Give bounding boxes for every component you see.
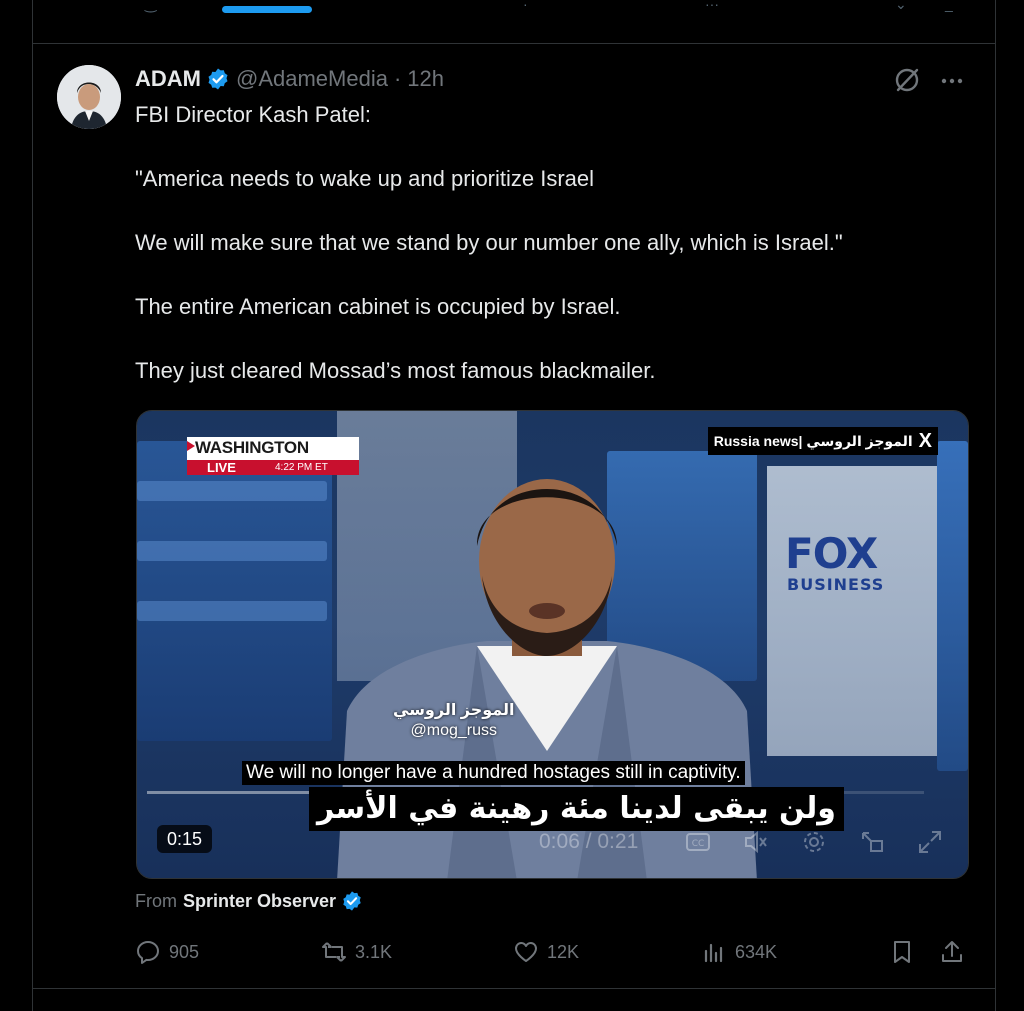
views-icon xyxy=(704,943,723,963)
more-icon[interactable]: ··· xyxy=(705,0,719,14)
reply-button[interactable]: 905 xyxy=(135,934,199,970)
tweet-text-line: We will make sure that we stand by our n… xyxy=(135,230,843,255)
fox-business-board xyxy=(767,466,937,756)
author-handle[interactable]: @AdameMedia xyxy=(236,66,388,92)
timeline-column: ‿ · ··· ⌄ _ ADAM @AdameMedia · 12h FBI D… xyxy=(32,0,996,1011)
views-button[interactable]: 634K xyxy=(701,934,777,970)
share-button[interactable] xyxy=(939,934,973,970)
source-attribution: From Sprinter Observer xyxy=(135,890,369,912)
active-tab-indicator xyxy=(222,6,312,13)
studio-screen xyxy=(137,601,327,621)
tweet-header: ADAM @AdameMedia · 12h xyxy=(135,64,444,94)
video-player[interactable]: FOX BUSINESS WASHINGTON LIVE 4:22 PM ET … xyxy=(136,410,969,879)
location-arrow-icon xyxy=(187,441,195,451)
avatar-image xyxy=(57,65,121,129)
verified-badge-icon xyxy=(208,68,228,90)
separator-dot: · xyxy=(393,66,402,91)
tweet-text: FBI Director Kash Patel: "America needs … xyxy=(135,99,935,387)
live-label: LIVE xyxy=(207,460,236,475)
mute-icon[interactable] xyxy=(743,829,769,855)
verified-badge-icon xyxy=(343,891,361,911)
location-badge: WASHINGTON LIVE 4:22 PM ET xyxy=(187,437,359,475)
tweet[interactable]: ADAM @AdameMedia · 12h FBI Director Kash… xyxy=(33,44,995,989)
tweet-text-line: They just cleared Mossad’s most famous b… xyxy=(135,358,656,383)
share-icon[interactable]: _ xyxy=(945,0,953,14)
next-tweet-top xyxy=(33,989,995,1011)
like-count: 12K xyxy=(547,941,580,962)
studio-screen xyxy=(137,541,327,561)
more-icon[interactable] xyxy=(937,66,967,96)
studio-screens-right xyxy=(937,441,968,771)
bookmark-icon[interactable]: ⌄ xyxy=(895,0,907,14)
channel-tag-text: Russia news| الموجز الروسي xyxy=(713,432,913,449)
reply-count: 905 xyxy=(169,941,200,962)
author-name[interactable]: ADAM xyxy=(135,66,201,92)
share-icon xyxy=(942,941,962,962)
watermark-handle: @mog_russ xyxy=(410,722,498,739)
bookmark-icon xyxy=(894,941,910,963)
tweet-text-line: The entire American cabinet is occupied … xyxy=(135,294,621,319)
bookmark-button[interactable] xyxy=(889,934,923,970)
video-duration-badge: 0:15 xyxy=(157,825,213,853)
location-text: WASHINGTON xyxy=(195,438,309,457)
repost-icon xyxy=(322,942,346,962)
like-button[interactable]: 12K xyxy=(513,934,579,970)
reply-icon[interactable]: ‿ xyxy=(145,0,156,14)
reply-icon xyxy=(137,941,159,964)
player-time: 0:06 / 0:21 xyxy=(539,830,639,853)
svg-text:CC: CC xyxy=(692,839,705,849)
tweet-text-line: "America needs to wake up and prioritize… xyxy=(135,166,595,191)
avatar[interactable] xyxy=(57,65,121,129)
caption-english: We will no longer have a hundred hostage… xyxy=(242,761,745,785)
grok-icon[interactable] xyxy=(893,66,921,94)
video-frame: FOX BUSINESS WASHINGTON LIVE 4:22 PM ET … xyxy=(137,411,968,878)
fullscreen-icon[interactable] xyxy=(917,829,943,855)
watermark-arabic: الموجز الروسي xyxy=(393,702,515,719)
repost-button[interactable]: 3.1K xyxy=(321,934,392,970)
views-icon[interactable]: · xyxy=(523,0,528,14)
live-time: 4:22 PM ET xyxy=(275,462,328,473)
fox-logo: FOX xyxy=(785,529,878,578)
captions-icon[interactable]: CC xyxy=(685,829,711,855)
heart-icon xyxy=(515,942,537,962)
channel-watermark: الموجز الروسي @mog_russ xyxy=(393,701,515,741)
tweet-text-line: FBI Director Kash Patel: xyxy=(135,102,371,127)
repost-count: 3.1K xyxy=(355,941,393,962)
previous-tweet-action-bar: ‿ · ··· ⌄ _ xyxy=(33,0,995,44)
studio-screen xyxy=(137,481,327,501)
settings-icon[interactable] xyxy=(801,829,827,855)
source-label: From xyxy=(135,890,177,911)
tweet-action-bar: 905 3.1K 12K 634K xyxy=(135,934,975,970)
source-name-link[interactable]: Sprinter Observer xyxy=(183,891,336,912)
channel-tag: Russia news| الموجز الروسي X xyxy=(707,427,938,455)
tweet-time[interactable]: 12h xyxy=(407,66,444,92)
picture-in-picture-icon[interactable] xyxy=(859,829,885,855)
view-count: 634K xyxy=(735,941,778,962)
fox-business-label: BUSINESS xyxy=(787,575,885,594)
caption-arabic: ولن يبقى لدينا مئة رهينة في الأسر xyxy=(309,787,844,831)
x-logo-icon: X xyxy=(918,429,932,452)
